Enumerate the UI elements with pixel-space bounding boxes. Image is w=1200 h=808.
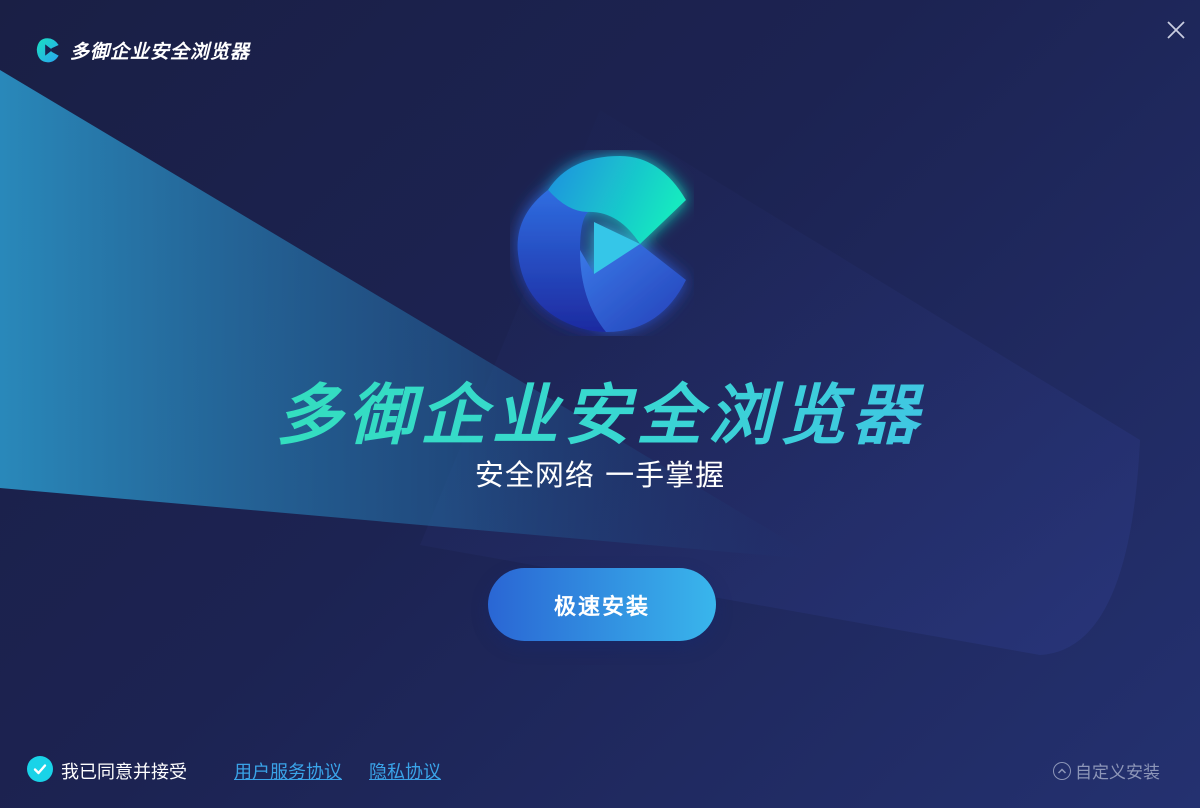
close-icon xyxy=(1167,21,1185,39)
hero-subtitle: 安全网络 一手掌握 xyxy=(474,458,726,492)
user-agreement-link[interactable]: 用户服务协议 xyxy=(234,758,342,784)
checkmark-icon xyxy=(33,764,47,775)
custom-install-button[interactable]: 自定义安装 xyxy=(1053,758,1160,783)
quick-install-button[interactable]: 极速安装 xyxy=(488,568,716,641)
browser-logo-icon xyxy=(517,156,686,332)
close-button[interactable] xyxy=(1162,16,1190,44)
app-name: 多御企业安全浏览器 xyxy=(70,40,251,63)
custom-install-label: 自定义安装 xyxy=(1075,763,1160,783)
hero-title: 多御企业安全浏览器 xyxy=(0,362,1200,458)
agree-checkbox[interactable] xyxy=(27,756,53,782)
agree-label: 我已同意并接受 xyxy=(61,762,187,783)
title-bar: 多御企业安全浏览器 xyxy=(0,0,1200,90)
privacy-policy-link[interactable]: 隐私协议 xyxy=(369,758,441,784)
brand: 多御企业安全浏览器 xyxy=(34,36,250,64)
footer: 我已同意并接受 用户服务协议 隐私协议 自定义安装 xyxy=(0,748,1200,792)
chevron-up-circle-icon xyxy=(1053,761,1071,780)
app-logo-icon xyxy=(36,38,59,63)
